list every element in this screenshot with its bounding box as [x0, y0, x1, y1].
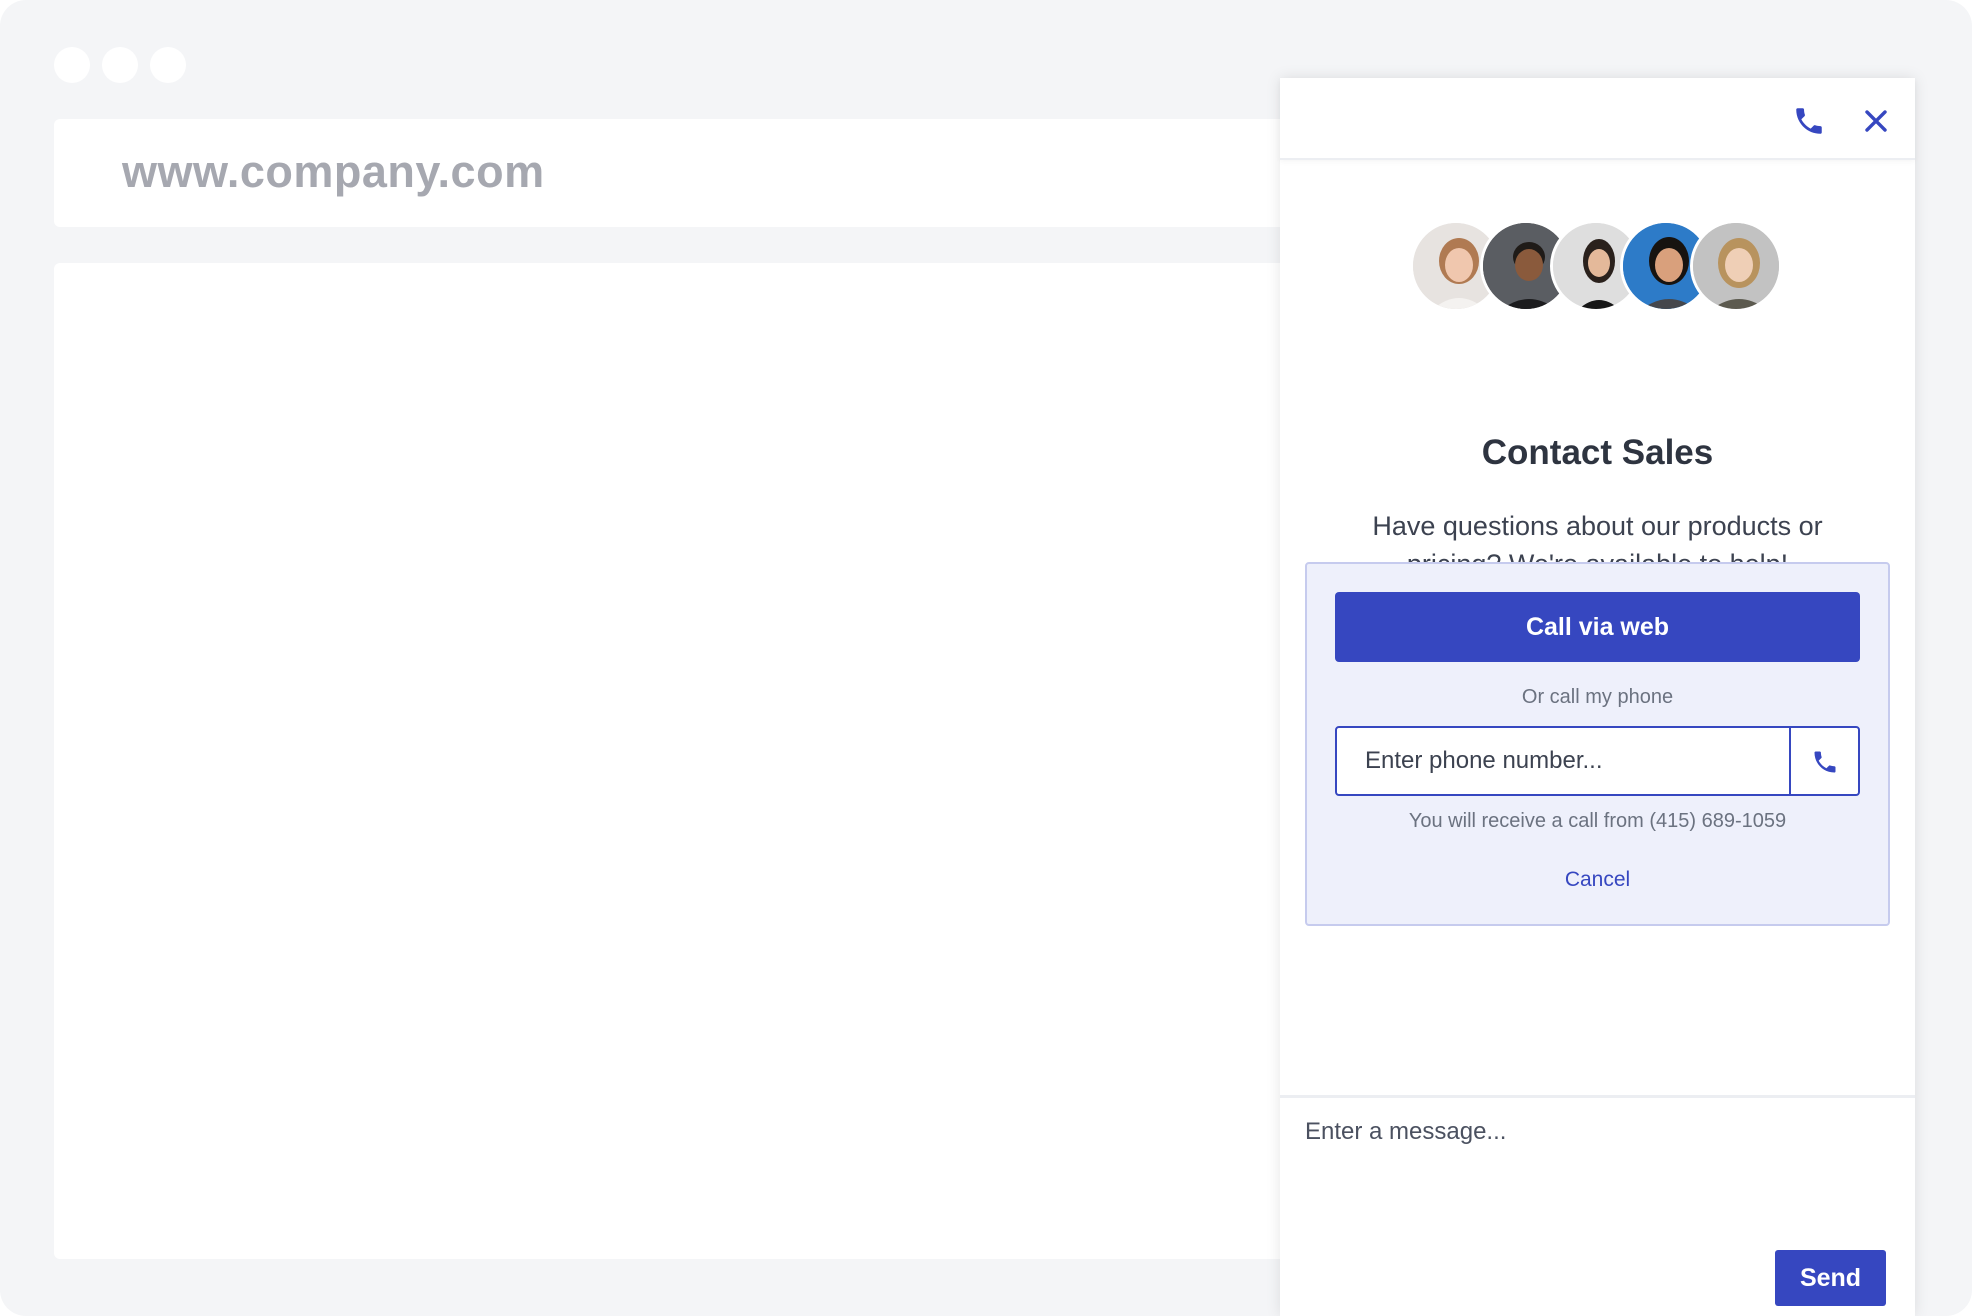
window-control-dot[interactable]: [102, 47, 138, 83]
call-via-web-button[interactable]: Call via web: [1335, 592, 1860, 662]
url-text: www.company.com: [122, 146, 545, 197]
compose-divider: [1280, 1095, 1915, 1098]
or-call-phone-label: Or call my phone: [1521, 686, 1674, 708]
contact-sales-widget: Contact Sales Have questions about our p…: [1280, 78, 1915, 1316]
widget-title: Contact Sales: [1481, 433, 1714, 472]
widget-header: [1280, 78, 1915, 160]
message-input[interactable]: [1305, 1118, 1890, 1218]
close-icon[interactable]: [1863, 108, 1889, 134]
sales-team-avatars: [1410, 220, 1790, 312]
page-content-area: [54, 263, 1354, 1259]
avatar: [1690, 220, 1782, 312]
phone-number-input[interactable]: [1337, 728, 1789, 794]
call-my-phone-button[interactable]: [1791, 728, 1858, 794]
window-control-dot[interactable]: [54, 47, 90, 83]
send-button[interactable]: Send: [1775, 1250, 1886, 1306]
call-options-panel: Call via web Or call my phone You will r…: [1305, 562, 1890, 926]
window-control-dot[interactable]: [150, 47, 186, 83]
phone-icon[interactable]: [1792, 104, 1826, 138]
callback-number-note: You will receive a call from (415) 689-1…: [1408, 810, 1787, 832]
phone-number-row: [1335, 726, 1860, 796]
cancel-link[interactable]: Cancel: [1307, 868, 1888, 892]
phone-icon: [1814, 751, 1836, 773]
